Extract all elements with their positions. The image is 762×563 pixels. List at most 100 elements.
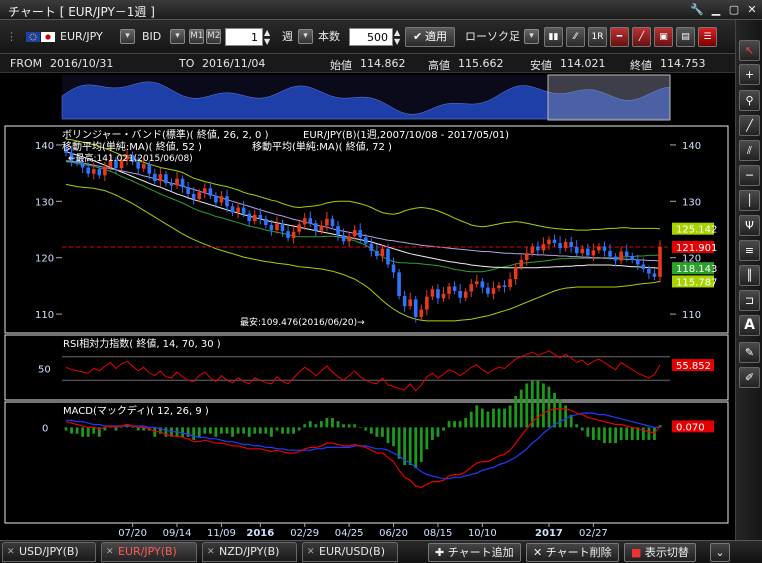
wrench-icon[interactable]: 🔧 [690, 3, 704, 17]
candle-body [391, 264, 396, 273]
macd-histogram-bar [436, 427, 440, 437]
fibonacci-icon[interactable]: ≡ [739, 240, 760, 261]
candle-body [463, 291, 468, 298]
red-trend-tool-icon[interactable]: ╱ [632, 27, 651, 47]
red-bar-tool-icon[interactable]: ▣ [654, 27, 673, 47]
candle-body [363, 237, 368, 244]
from-value: 2016/10/31 [50, 57, 114, 70]
chart-tabs-bar: ✕ USD/JPY(B) ✕ EUR/JPY(B) ✕ NZD/JPY(B) ✕ EUR… [0, 540, 762, 563]
display-toggle-button[interactable]: ■ 表示切替 [624, 543, 696, 562]
count-input[interactable]: 500 [349, 28, 393, 46]
add-chart-button[interactable]: ✚ チャート追加 [428, 543, 521, 562]
period-unit-dropdown-button[interactable]: ▾ [298, 29, 313, 44]
check-icon: ✔ [412, 30, 423, 43]
maximize-icon[interactable]: ▢ [727, 3, 741, 17]
tab-usdjpy[interactable]: ✕ USD/JPY(B) [2, 542, 96, 562]
candle-body [552, 239, 557, 244]
tab-close-icon[interactable]: ✕ [207, 543, 215, 561]
candle-body [569, 241, 573, 247]
period-stepper[interactable]: ▲ ▼ [264, 28, 270, 46]
1r-tool-icon[interactable]: 1R [588, 27, 607, 47]
candle-body [524, 253, 529, 260]
delete-chart-button[interactable]: ✕ チャート削除 [526, 543, 619, 562]
period-unit-label[interactable]: 週 [282, 28, 293, 46]
symbol-dropdown-button[interactable]: ▾ [120, 29, 135, 44]
rectangle-icon[interactable]: ⊐ [739, 290, 760, 311]
price-type-label[interactable]: BID [142, 28, 161, 46]
price-label-text: 118.143 [676, 264, 717, 275]
tab-eurusd[interactable]: ✕ EUR/USD(B) [302, 542, 398, 562]
minimize-icon[interactable]: ▁ [709, 3, 723, 17]
macd-histogram-bar [442, 427, 445, 431]
candle-body [469, 284, 474, 292]
horizontal-line-icon[interactable]: ─ [739, 165, 760, 186]
macd-histogram-bar [608, 427, 612, 444]
candle-body [103, 166, 107, 176]
display-toggle-dropdown[interactable]: ⌄ [710, 543, 730, 562]
candle-body [419, 309, 424, 317]
macd-histogram-bar [469, 411, 473, 428]
text-icon[interactable]: A [739, 315, 760, 336]
channel-icon[interactable]: ⫽ [739, 140, 760, 161]
apply-button[interactable]: ✔ 適用 [405, 27, 455, 47]
macd-histogram-bar [131, 427, 135, 428]
candle-body [308, 218, 313, 224]
m2-button[interactable]: M2 [206, 29, 221, 44]
macd-histogram-bar [486, 411, 490, 428]
trendline-icon[interactable]: ╱ [739, 115, 760, 136]
symbol-label[interactable]: EUR/JPY [60, 28, 103, 46]
chart-type-label[interactable]: ローソク足 [465, 28, 520, 46]
candle-body [375, 250, 379, 257]
save-icon[interactable]: ▤ [676, 27, 695, 47]
price-chart[interactable]: 140 140130 130120 120110 110 125.142121.9011… [0, 73, 735, 540]
price-type-dropdown-button[interactable]: ▾ [170, 29, 185, 44]
eraser-all-icon[interactable]: ✐ [739, 367, 760, 388]
pointer-icon[interactable]: ↖ [739, 40, 760, 61]
macd-histogram-bar [503, 408, 506, 428]
crosshair-icon[interactable]: + [739, 64, 760, 85]
macd-histogram-bar [253, 427, 257, 434]
chart-area[interactable]: 140 140 130 130 120 120 110 110 125.142 121.901 1… [0, 73, 735, 540]
candle-body [547, 239, 551, 245]
count-stepper[interactable]: ▲ ▼ [394, 28, 400, 46]
candle-body [180, 178, 185, 188]
menu-icon[interactable]: ☰ [698, 27, 717, 47]
macd-histogram-bar [414, 427, 418, 469]
candle-body [630, 256, 635, 260]
x-tick-label: 11/09 [207, 528, 236, 539]
candle-body [519, 259, 524, 267]
zoom-icon[interactable]: ⚲ [739, 90, 760, 111]
tab-close-icon[interactable]: ✕ [7, 543, 15, 561]
candle-body [97, 169, 102, 176]
macd-histogram-bar [353, 424, 357, 428]
candle-body [436, 289, 440, 299]
line-tool-icon[interactable]: ⁄⁄ [566, 27, 585, 47]
period-input[interactable]: 1 [225, 28, 263, 46]
macd-histogram-bar [331, 417, 334, 428]
chart-type-dropdown-button[interactable]: ▾ [524, 29, 539, 44]
candle-tool-icon[interactable]: ▮▮ [544, 27, 563, 47]
tab-close-icon[interactable]: ✕ [106, 543, 114, 561]
tab-eurjpy[interactable]: ✕ EUR/JPY(B) [101, 542, 197, 562]
red-line-tool-icon[interactable]: ━ [610, 27, 629, 47]
tab-nzdjpy[interactable]: ✕ NZD/JPY(B) [202, 542, 297, 562]
eraser-icon[interactable]: ✎ [739, 342, 760, 363]
close-icon[interactable]: ✕ [745, 3, 759, 17]
candle-body [164, 174, 168, 184]
high-annotation: ←最高:141.021(2015/06/08) [68, 152, 193, 164]
macd-histogram-bar [192, 427, 196, 440]
tab-close-icon[interactable]: ✕ [307, 543, 315, 561]
candle-body [264, 218, 268, 225]
close-value: 114.753 [660, 57, 706, 70]
overview-navigator[interactable] [61, 74, 671, 121]
macd-histogram-bar [464, 417, 468, 428]
vertical-line-icon[interactable]: │ [739, 190, 760, 211]
macd-histogram-bar [214, 427, 218, 437]
x-tick-label: 02/29 [290, 528, 319, 539]
fork-icon[interactable]: Ψ [739, 215, 760, 236]
overview-selection[interactable] [547, 74, 671, 121]
m1-button[interactable]: M1 [189, 29, 204, 44]
cycle-lines-icon[interactable]: ║ [739, 265, 760, 286]
y-tick-label-left: 110 [35, 310, 54, 321]
from-label: FROM [10, 57, 43, 70]
